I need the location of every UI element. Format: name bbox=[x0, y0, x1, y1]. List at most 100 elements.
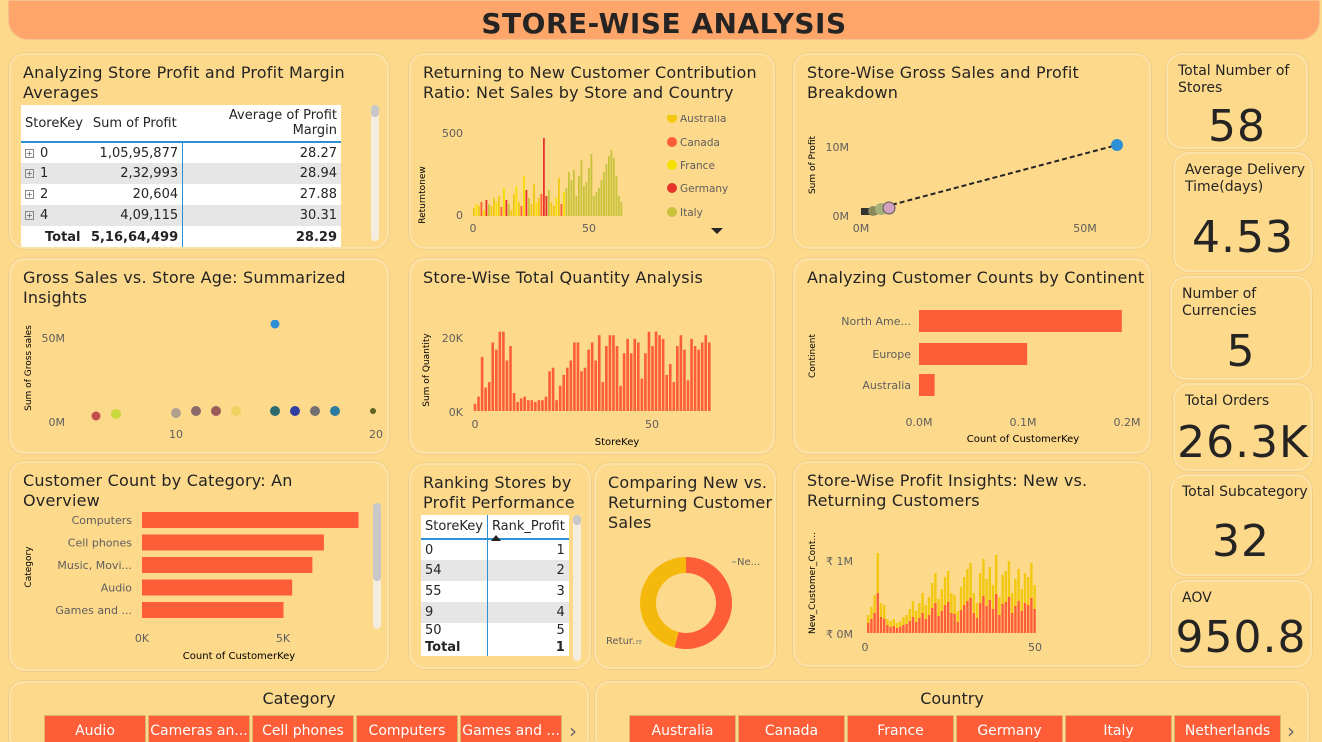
new-customer-bar[interactable] bbox=[1001, 604, 1004, 633]
new-customer-bar[interactable] bbox=[947, 602, 950, 633]
ratio-bar[interactable] bbox=[608, 156, 610, 216]
category-bar[interactable] bbox=[142, 557, 313, 573]
returning-bar[interactable] bbox=[918, 603, 921, 618]
returning-bar[interactable] bbox=[1023, 573, 1027, 603]
new-customer-bar[interactable] bbox=[879, 617, 883, 633]
quantity-bar[interactable] bbox=[530, 400, 534, 411]
quantity-bar[interactable] bbox=[676, 346, 679, 411]
quantity-bar[interactable] bbox=[480, 356, 484, 411]
scatter-point[interactable] bbox=[270, 320, 280, 329]
continent-bar[interactable] bbox=[919, 310, 1122, 332]
returning-bar[interactable] bbox=[943, 577, 947, 605]
returning-bar[interactable] bbox=[924, 605, 927, 619]
slicer-chip[interactable]: Italy bbox=[1065, 715, 1172, 742]
gross-age-scatter[interactable]: Sum of Gross sales 50M 0M 10 20 bbox=[11, 320, 389, 450]
scroll-thumb[interactable] bbox=[371, 105, 379, 117]
ratio-bar[interactable] bbox=[540, 194, 543, 216]
table-row[interactable]: +0 1,05,95,877 28.27 bbox=[21, 142, 341, 163]
quantity-bar[interactable] bbox=[622, 353, 626, 411]
quantity-bar[interactable] bbox=[487, 382, 491, 411]
slicer-chip[interactable]: Computers bbox=[356, 715, 458, 742]
category-bar[interactable] bbox=[142, 534, 324, 551]
ratio-bar[interactable] bbox=[610, 150, 613, 216]
quantity-bar[interactable] bbox=[534, 401, 537, 411]
ratio-bar[interactable] bbox=[530, 204, 533, 216]
quantity-bar[interactable] bbox=[509, 346, 512, 411]
ratio-bar[interactable] bbox=[475, 204, 478, 216]
returning-bar[interactable] bbox=[998, 597, 1001, 615]
ratio-bar[interactable] bbox=[480, 202, 483, 216]
new-customer-bar[interactable] bbox=[988, 600, 991, 633]
ratio-bar[interactable] bbox=[620, 202, 623, 216]
scatter-point[interactable] bbox=[290, 406, 300, 416]
new-customer-bar[interactable] bbox=[963, 605, 966, 633]
new-customer-bar[interactable] bbox=[1014, 606, 1017, 633]
quantity-bar[interactable] bbox=[708, 342, 711, 411]
new-customer-bar[interactable] bbox=[969, 598, 972, 633]
quantity-bar[interactable] bbox=[665, 374, 668, 411]
ratio-bar[interactable] bbox=[543, 138, 545, 216]
legend-label[interactable]: France bbox=[680, 160, 715, 172]
scatter-point[interactable] bbox=[370, 408, 376, 414]
slicer-chip[interactable]: Audio bbox=[44, 715, 146, 742]
ratio-bar[interactable] bbox=[490, 206, 493, 216]
quantity-bar[interactable] bbox=[608, 335, 612, 411]
table-row[interactable]: 94 bbox=[421, 602, 569, 623]
legend-label[interactable]: Australia bbox=[680, 115, 726, 125]
quantity-bar[interactable] bbox=[668, 364, 672, 411]
ratio-bar[interactable] bbox=[558, 178, 560, 216]
ratio-bar[interactable] bbox=[593, 196, 595, 216]
new-customer-bar[interactable] bbox=[924, 619, 927, 633]
expand-icon[interactable]: + bbox=[25, 148, 34, 158]
scatter-point[interactable] bbox=[191, 406, 201, 416]
quantity-bar[interactable] bbox=[573, 342, 576, 411]
returning-bar[interactable] bbox=[899, 621, 902, 627]
new-customer-bar[interactable] bbox=[905, 624, 908, 633]
slicer-chip[interactable]: Canada bbox=[738, 715, 845, 742]
col-storekey[interactable]: StoreKey bbox=[421, 515, 488, 540]
returning-bar[interactable] bbox=[911, 601, 915, 617]
new-customer-bar[interactable] bbox=[886, 625, 889, 633]
quantity-bar[interactable] bbox=[590, 342, 594, 411]
quantity-bar[interactable] bbox=[537, 400, 541, 411]
ratio-bar[interactable] bbox=[585, 182, 588, 216]
legend-label[interactable]: Germany bbox=[680, 183, 728, 195]
ratio-bar[interactable] bbox=[528, 198, 530, 216]
new-customer-bar[interactable] bbox=[918, 618, 921, 633]
returning-bar[interactable] bbox=[995, 555, 998, 594]
new-customer-bar[interactable] bbox=[937, 616, 940, 633]
slicer-chip[interactable]: Germany bbox=[956, 715, 1063, 742]
ratio-bar[interactable] bbox=[560, 204, 563, 216]
ratio-bar[interactable] bbox=[478, 206, 480, 216]
new-customer-bar[interactable] bbox=[889, 627, 892, 633]
quantity-bar[interactable] bbox=[558, 385, 562, 411]
quantity-bar[interactable] bbox=[498, 331, 502, 411]
returning-bar[interactable] bbox=[934, 573, 937, 603]
new-customer-bar[interactable] bbox=[867, 623, 870, 633]
ratio-bar[interactable] bbox=[618, 196, 620, 216]
table-scrollbar[interactable] bbox=[573, 515, 581, 661]
new-customer-bar[interactable] bbox=[931, 608, 934, 633]
table-row[interactable]: 55 3 bbox=[421, 581, 569, 602]
new-customer-bar[interactable] bbox=[1020, 611, 1023, 633]
quantity-bar[interactable] bbox=[612, 335, 615, 411]
ratio-bar[interactable] bbox=[548, 190, 550, 216]
quantity-bar[interactable] bbox=[619, 385, 622, 411]
scatter-point[interactable] bbox=[91, 411, 101, 421]
ratio-bar[interactable] bbox=[590, 154, 593, 216]
ratio-bar[interactable] bbox=[598, 188, 600, 216]
ratio-bar[interactable] bbox=[483, 210, 485, 216]
new-customer-bar[interactable] bbox=[1030, 598, 1033, 633]
scatter-point[interactable] bbox=[111, 409, 121, 419]
slicer-chip[interactable]: Australia bbox=[629, 715, 736, 742]
ratio-bar[interactable] bbox=[488, 204, 490, 216]
new-customer-bar[interactable] bbox=[985, 606, 988, 633]
table-row[interactable]: 50 5 bbox=[421, 623, 569, 638]
quantity-bar[interactable] bbox=[512, 392, 516, 411]
returning-bar[interactable] bbox=[927, 597, 931, 615]
slicer-chip[interactable]: France bbox=[847, 715, 954, 742]
expand-icon[interactable]: + bbox=[25, 211, 34, 220]
quantity-bar[interactable] bbox=[633, 338, 637, 411]
table-row[interactable]: +2 20,604 27.88 bbox=[21, 184, 341, 205]
expand-icon[interactable]: + bbox=[25, 169, 34, 178]
